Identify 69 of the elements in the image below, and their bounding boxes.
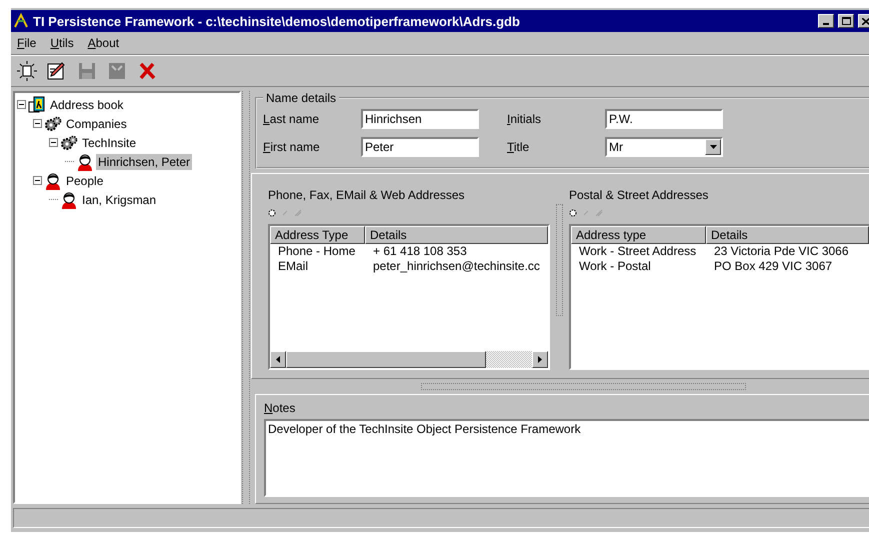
minus-icon — [19, 102, 24, 107]
gears-icon — [60, 134, 78, 150]
table-cell-text: EMail — [277, 259, 310, 274]
title-dropdown[interactable]: Mr — [605, 137, 723, 157]
table-cell-text: + 61 418 108 353 — [372, 244, 468, 259]
tree-item[interactable]: Address book — [48, 96, 126, 112]
field-label: Last name — [263, 112, 320, 126]
tree-item[interactable]: Hinrichsen, Peter — [96, 154, 192, 170]
section-title: Postal & Street Addresses — [569, 187, 710, 202]
menu-item[interactable]: About — [88, 36, 120, 50]
collapse-toggle[interactable] — [17, 100, 26, 109]
menu-item[interactable]: Utils — [50, 36, 74, 50]
field-label: Initials — [507, 112, 542, 126]
caret-icon[interactable] — [710, 145, 716, 149]
table-cell-text: Work - Postal — [578, 259, 652, 274]
collapse-toggle[interactable] — [33, 176, 42, 185]
tree-item[interactable]: People — [64, 172, 106, 188]
maximize-icon — [842, 17, 850, 25]
field-label: Title — [507, 140, 530, 154]
book-icon — [28, 96, 46, 114]
input-field[interactable]: Peter — [361, 137, 479, 157]
column-header[interactable]: Details — [706, 226, 869, 244]
sparkle-page-icon — [17, 61, 37, 81]
add-icon[interactable] — [268, 209, 276, 217]
minus-icon — [51, 140, 56, 145]
edit-icon — [47, 61, 67, 81]
horizontal-scrollbar[interactable] — [270, 351, 548, 368]
table-cell-text: Work - Street Address — [578, 244, 698, 259]
column-header[interactable]: Address type — [571, 226, 706, 244]
table-cell-text: PO Box 429 VIC 3067 — [713, 259, 834, 274]
splitter-handle[interactable] — [556, 204, 563, 316]
person-icon — [60, 190, 78, 208]
address-list[interactable]: Address type Details Work - Street Address 23 Victoria Pde VIC 3066 Work - Postal PO Box 429 VIC 3067 — [569, 224, 869, 370]
notes-label: Notes — [264, 401, 296, 415]
maximize-button[interactable] — [838, 14, 854, 28]
person-icon — [44, 172, 62, 190]
column-header[interactable]: Address Type — [270, 226, 365, 244]
close-icon — [862, 18, 869, 24]
person-icon — [76, 152, 94, 170]
minus-icon — [35, 121, 40, 126]
table-cell-text: Phone - Home — [277, 244, 356, 259]
column-header[interactable]: Details — [365, 226, 548, 244]
group-title: Name details — [265, 91, 338, 105]
input-field[interactable]: P.W. — [605, 109, 723, 129]
tree-item[interactable]: TechInsite — [80, 134, 138, 150]
minus-icon — [35, 178, 40, 183]
notes-field[interactable]: Developer of the TechInsite Object Persistence Framework — [264, 419, 869, 497]
left-arrow-icon[interactable] — [276, 356, 280, 363]
table-cell-text: 23 Victoria Pde VIC 3066 — [713, 244, 850, 259]
collapse-toggle[interactable] — [33, 119, 42, 128]
section-title: Phone, Fax, EMail & Web Addresses — [268, 187, 466, 202]
table-cell-text: peter_hinrichsen@techinsite.cc — [372, 259, 541, 274]
tree-item[interactable]: Companies — [64, 116, 129, 132]
app-logo-icon — [13, 13, 29, 29]
right-arrow-icon[interactable] — [538, 356, 542, 363]
menu-item[interactable]: File — [17, 36, 36, 50]
input-field[interactable]: Hinrichsen — [361, 109, 479, 129]
close-icon — [138, 62, 156, 80]
address-list[interactable]: Address Type Details Phone - Home + 61 418 108 353 EMail peter_hinrichsen@techinsite.cc — [268, 224, 550, 370]
splitter-handle[interactable] — [242, 91, 250, 504]
toolbar-button[interactable] — [15, 60, 39, 82]
field-label: First name — [263, 140, 321, 154]
window-title: TI Persistence Framework - c:\techinsite\demos\demotiperframework\Adrs.gdb — [33, 14, 521, 28]
collapse-toggle[interactable] — [49, 138, 58, 147]
minimize-button[interactable] — [818, 14, 834, 28]
tree-item[interactable]: Ian, Krigsman — [80, 192, 158, 208]
splitter-handle[interactable] — [421, 383, 746, 390]
gears-icon — [44, 116, 62, 132]
add-icon[interactable] — [569, 209, 577, 217]
